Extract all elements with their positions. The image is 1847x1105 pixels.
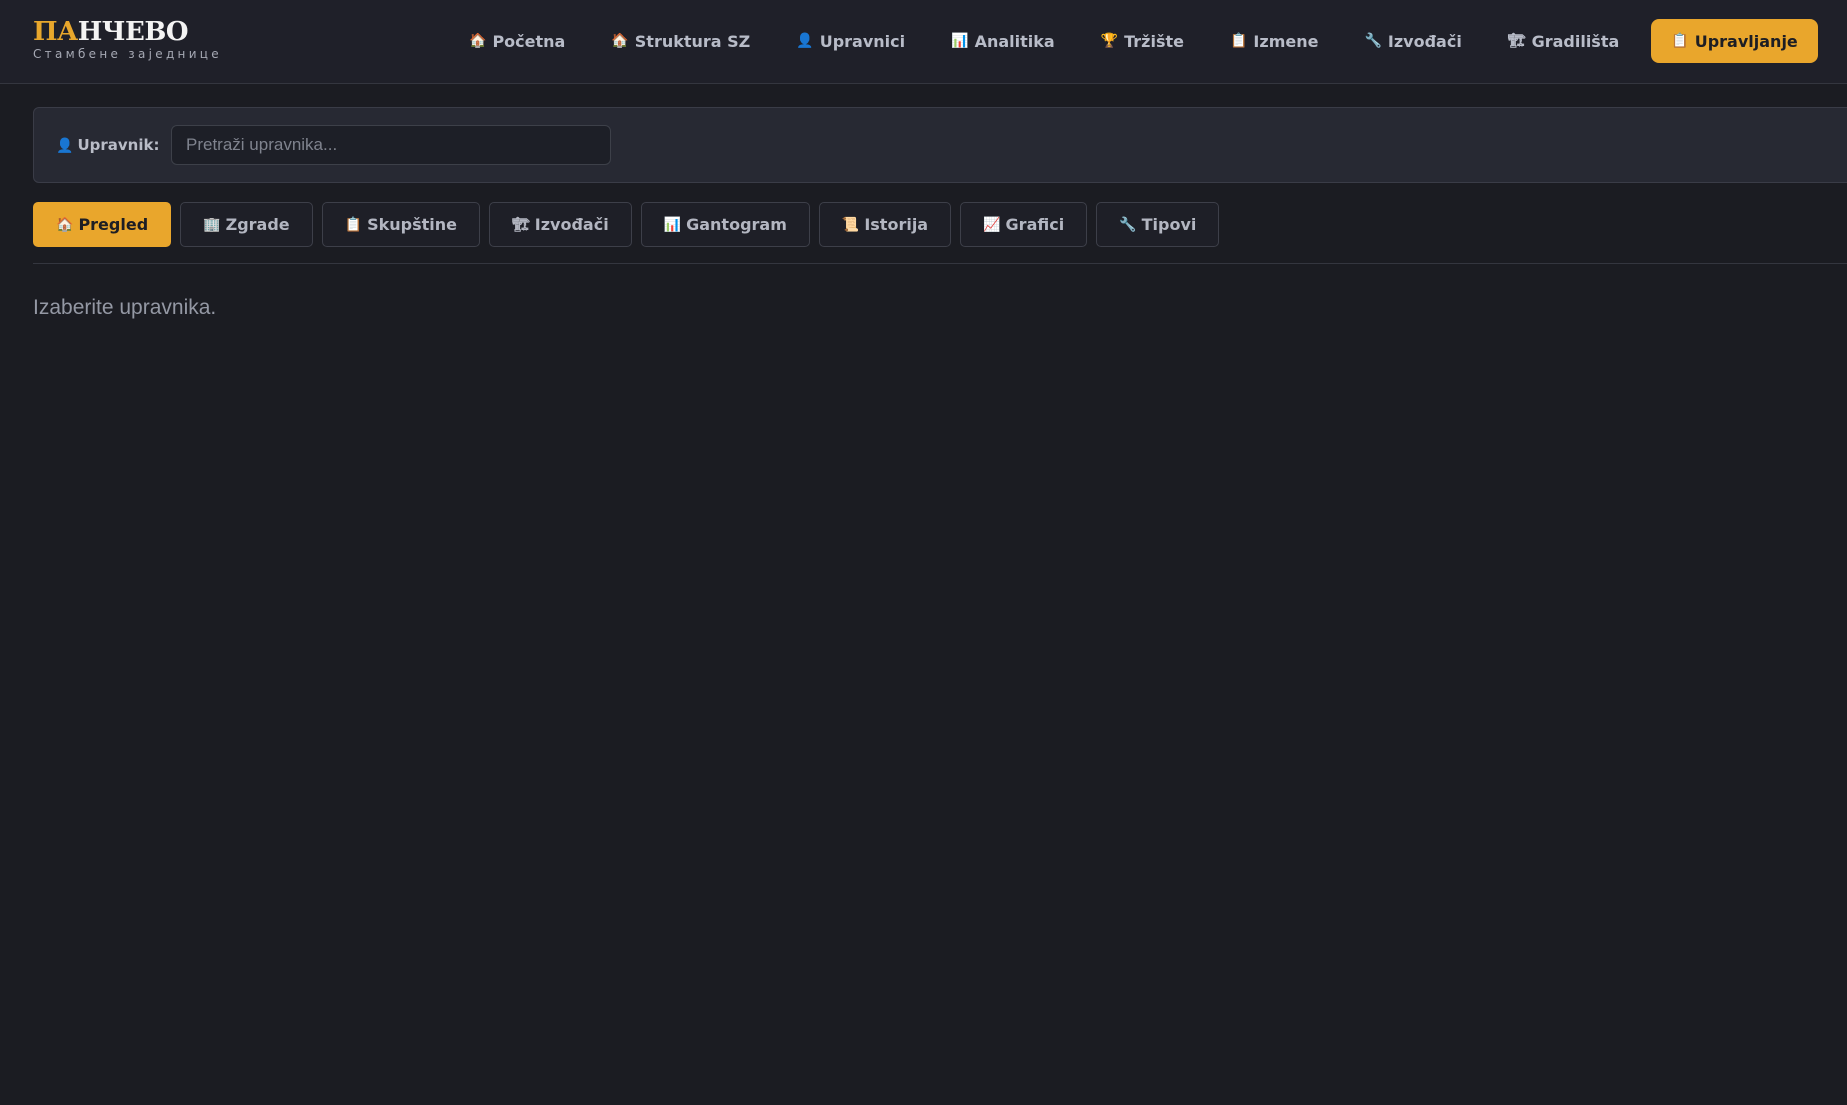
tab-label: Skupštine — [367, 215, 457, 234]
logo[interactable]: ПАНЧЕВО Стамбене заједнице — [33, 18, 222, 61]
bar-chart-icon: 📊 — [663, 216, 682, 233]
nav-item-struktura-sz[interactable]: 🏠 Struktura SZ — [597, 19, 764, 63]
tab-label: Zgrade — [225, 215, 290, 234]
user-icon: 👤 — [796, 33, 814, 49]
logo-title-accent: ПА — [33, 17, 78, 47]
construction-icon: 🏗 — [511, 216, 530, 233]
tabs-divider — [33, 263, 1847, 264]
scroll-icon: 📜 — [841, 216, 860, 233]
nav-item-label: Tržište — [1124, 31, 1184, 51]
clipboard-icon: 📋 — [1229, 33, 1248, 49]
empty-state-message: Izaberite upravnika. — [33, 296, 217, 319]
nav-item-pocetna[interactable]: 🏠 Početna — [455, 19, 579, 63]
construction-icon: 🏗 — [1507, 33, 1526, 49]
nav-item-label: Početna — [492, 31, 566, 51]
tab-grafici[interactable]: 📈 Grafici — [960, 202, 1088, 247]
logo-title-rest: НЧЕВО — [77, 17, 189, 47]
tab-label: Gantogram — [686, 215, 787, 234]
nav-item-izmene[interactable]: 📋 Izmene — [1216, 19, 1332, 63]
manager-label-text: Upravnik: — [77, 136, 160, 154]
manager-search-input[interactable] — [171, 125, 611, 165]
clipboard-icon: 📋 — [344, 216, 363, 233]
wrench-icon: 🔧 — [1364, 33, 1382, 49]
nav-item-gradilista[interactable]: 🏗 Gradilišta — [1494, 19, 1633, 63]
tab-zgrade[interactable]: 🏢 Zgrade — [180, 202, 313, 247]
line-chart-icon: 📈 — [983, 216, 1001, 233]
house-icon: 🏠 — [56, 216, 74, 233]
nav-item-upravnici[interactable]: 👤 Upravnici — [782, 19, 919, 63]
logo-title: ПАНЧЕВО — [33, 18, 222, 46]
nav-item-label: Gradilišta — [1531, 31, 1620, 51]
wrench-icon: 🔧 — [1119, 216, 1137, 233]
tab-tipovi[interactable]: 🔧 Tipovi — [1096, 202, 1220, 247]
tab-label: Tipovi — [1141, 215, 1197, 234]
main-nav: 🏠 Početna 🏠 Struktura SZ 👤 Upravnici 📊 Analitik… — [455, 19, 1847, 63]
house-icon: 🏠 — [611, 33, 629, 49]
top-navigation-bar: ПАНЧЕВО Стамбене заједнице 🏠 Početna 🏠 Stru… — [0, 0, 1847, 84]
nav-item-analitika[interactable]: 📊 Analitika — [937, 19, 1069, 63]
building-icon: 🏢 — [203, 216, 221, 233]
tab-izvodjaci[interactable]: 🏗 Izvođači — [488, 202, 632, 247]
sub-tabs: 🏠 Pregled 🏢 Zgrade 📋 Skupštine 🏗 Izvođači 📊 Ganto… — [33, 202, 1228, 247]
tab-gantogram[interactable]: 📊 Gantogram — [640, 202, 810, 247]
house-icon: 🏠 — [469, 33, 487, 49]
tab-label: Istorija — [864, 215, 929, 234]
nav-item-label: Upravljanje — [1694, 31, 1798, 51]
manager-label: 👤 Upravnik: — [56, 136, 159, 154]
nav-item-izvodjaci[interactable]: 🔧 Izvođači — [1350, 19, 1475, 63]
tab-istorija[interactable]: 📜 Istorija — [818, 202, 952, 247]
nav-item-label: Analitika — [974, 31, 1055, 51]
nav-item-label: Izvođači — [1387, 31, 1462, 51]
nav-item-label: Upravnici — [819, 31, 906, 51]
tab-label: Pregled — [78, 215, 149, 234]
tab-label: Grafici — [1005, 215, 1065, 234]
user-icon: 👤 — [56, 138, 74, 154]
tab-pregled[interactable]: 🏠 Pregled — [33, 202, 172, 247]
nav-item-pks[interactable]: ✅PKS — [1836, 19, 1847, 63]
trophy-icon: 🏆 — [1100, 33, 1119, 49]
logo-subtitle: Стамбене заједнице — [33, 47, 222, 61]
clipboard-icon: 📋 — [1671, 33, 1689, 49]
nav-item-label: Struktura SZ — [634, 31, 751, 51]
nav-item-trziste[interactable]: 🏆 Tržište — [1087, 19, 1198, 63]
bar-chart-icon: 📊 — [951, 33, 969, 49]
nav-item-upravljanje[interactable]: 📋 Upravljanje — [1651, 19, 1818, 63]
manager-select-panel: 👤 Upravnik: — [33, 107, 1847, 183]
nav-item-label: Izmene — [1253, 31, 1319, 51]
tab-label: Izvođači — [534, 215, 609, 234]
tab-skupstine[interactable]: 📋 Skupštine — [321, 202, 480, 247]
